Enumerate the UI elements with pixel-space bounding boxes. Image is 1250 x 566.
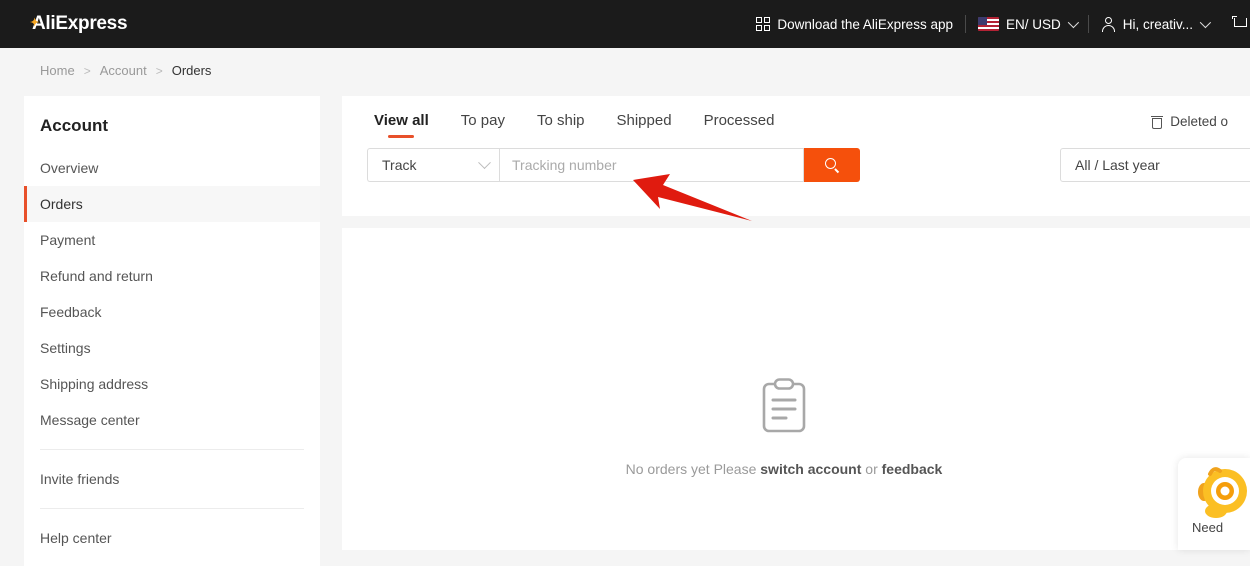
switch-account-link[interactable]: switch account <box>760 461 861 477</box>
page-root: ✦ AliExpress Download the AliExpress app… <box>0 0 1250 566</box>
locale-label: EN/ USD <box>1005 16 1061 32</box>
sidebar-item-orders[interactable]: Orders <box>24 186 320 222</box>
cart-button[interactable] <box>1220 0 1250 48</box>
tracking-number-input[interactable] <box>499 148 804 182</box>
chevron-down-icon <box>1067 16 1079 29</box>
help-widget[interactable]: Need <box>1178 458 1250 550</box>
tab-view-all[interactable]: View all <box>374 112 429 138</box>
breadcrumb-separator: > <box>155 63 163 78</box>
empty-message-middle: or <box>861 461 882 477</box>
sidebar-item-message-center[interactable]: Message center <box>24 402 320 438</box>
sidebar-item-payment[interactable]: Payment <box>24 222 320 258</box>
trash-icon <box>1151 115 1164 129</box>
breadcrumb-home[interactable]: Home <box>40 63 75 78</box>
tab-label: Shipped <box>616 112 672 129</box>
sidebar-item-feedback[interactable]: Feedback <box>24 294 320 330</box>
breadcrumb-separator: > <box>83 63 91 78</box>
sidebar-item-label: Shipping address <box>40 376 149 392</box>
sidebar-divider-1 <box>40 449 304 450</box>
chevron-down-icon <box>478 155 491 169</box>
sidebar-item-label: Invite friends <box>40 471 120 487</box>
logo-text: AliExpress <box>32 13 128 34</box>
tab-to-pay[interactable]: To pay <box>461 112 505 138</box>
sidebar-item-label: Payment <box>40 232 96 248</box>
date-range-value: All / Last year <box>1075 157 1160 173</box>
orders-list-panel: No orders yet Please switch account or f… <box>342 228 1250 550</box>
search-button[interactable] <box>804 148 860 182</box>
person-icon <box>1101 16 1116 32</box>
sidebar-item-label: Refund and return <box>40 268 153 284</box>
locale-selector[interactable]: EN/ USD <box>966 0 1088 48</box>
deleted-orders-label: Deleted o <box>1170 114 1228 129</box>
tab-label: Processed <box>703 112 775 129</box>
clipboard-icon <box>761 378 807 434</box>
orders-filter-row: Track All / Last year <box>342 148 1250 182</box>
download-app-label: Download the AliExpress app <box>777 16 953 32</box>
top-header: ✦ AliExpress Download the AliExpress app… <box>0 0 1250 48</box>
date-range-select[interactable]: All / Last year <box>1060 148 1250 182</box>
qr-code-icon <box>756 17 771 31</box>
account-menu[interactable]: Hi, creativ... <box>1089 0 1220 48</box>
sidebar-item-label: Settings <box>40 340 91 356</box>
aliexpress-logo[interactable]: ✦ AliExpress <box>30 13 128 35</box>
tab-label: View all <box>374 112 429 129</box>
tab-shipped[interactable]: Shipped <box>617 112 672 138</box>
account-greeting-label: Hi, creativ... <box>1122 16 1193 32</box>
breadcrumb-account[interactable]: Account <box>100 63 147 78</box>
orders-tabs: View all To pay To ship Shipped Processe… <box>342 96 1250 138</box>
sidebar-item-help-center[interactable]: Help center <box>24 520 320 556</box>
header-right-group: Download the AliExpress app EN/ USD Hi, … <box>744 0 1250 48</box>
empty-state-message: No orders yet Please switch account or f… <box>626 461 943 477</box>
logo-sparkle-icon: ✦ <box>30 17 39 29</box>
search-type-select[interactable]: Track <box>367 148 499 182</box>
help-robot-icon <box>1198 466 1250 518</box>
tab-label: To pay <box>460 112 505 129</box>
us-flag-icon <box>977 17 999 31</box>
empty-message-prefix: No orders yet Please <box>625 461 761 477</box>
order-search-box: Track <box>367 148 860 182</box>
sidebar-item-label: Feedback <box>40 304 102 320</box>
shopping-cart-icon <box>1232 16 1250 32</box>
download-app-link[interactable]: Download the AliExpress app <box>744 0 965 48</box>
search-icon <box>824 157 840 173</box>
sidebar-item-refund-and-return[interactable]: Refund and return <box>24 258 320 294</box>
sidebar-item-overview[interactable]: Overview <box>24 150 320 186</box>
sidebar-item-label: Overview <box>40 160 99 176</box>
sidebar-item-label: Help center <box>40 530 112 546</box>
deleted-orders-link[interactable]: Deleted o <box>1151 114 1228 129</box>
breadcrumb-current: Orders <box>171 63 212 78</box>
sidebar-item-shipping-address[interactable]: Shipping address <box>24 366 320 402</box>
tab-to-ship[interactable]: To ship <box>537 112 585 138</box>
sidebar-item-label: Message center <box>40 412 140 428</box>
feedback-link[interactable]: feedback <box>882 461 943 477</box>
sidebar-item-settings[interactable]: Settings <box>24 330 320 366</box>
tab-processed[interactable]: Processed <box>704 112 775 138</box>
orders-filter-panel: View all To pay To ship Shipped Processe… <box>342 96 1250 216</box>
sidebar-item-invite-friends[interactable]: Invite friends <box>24 461 320 497</box>
sidebar-item-label: Orders <box>40 196 83 212</box>
tab-label: To ship <box>536 112 585 129</box>
search-type-value: Track <box>382 157 417 173</box>
empty-state: No orders yet Please switch account or f… <box>342 378 1250 477</box>
chevron-down-icon <box>1199 16 1212 29</box>
account-sidebar: Account Overview Orders Payment Refund a… <box>24 96 320 566</box>
sidebar-title: Account <box>40 116 108 135</box>
sidebar-divider-2 <box>40 508 304 509</box>
breadcrumb: Home > Account > Orders <box>40 63 211 78</box>
help-widget-label: Need <box>1192 520 1224 535</box>
